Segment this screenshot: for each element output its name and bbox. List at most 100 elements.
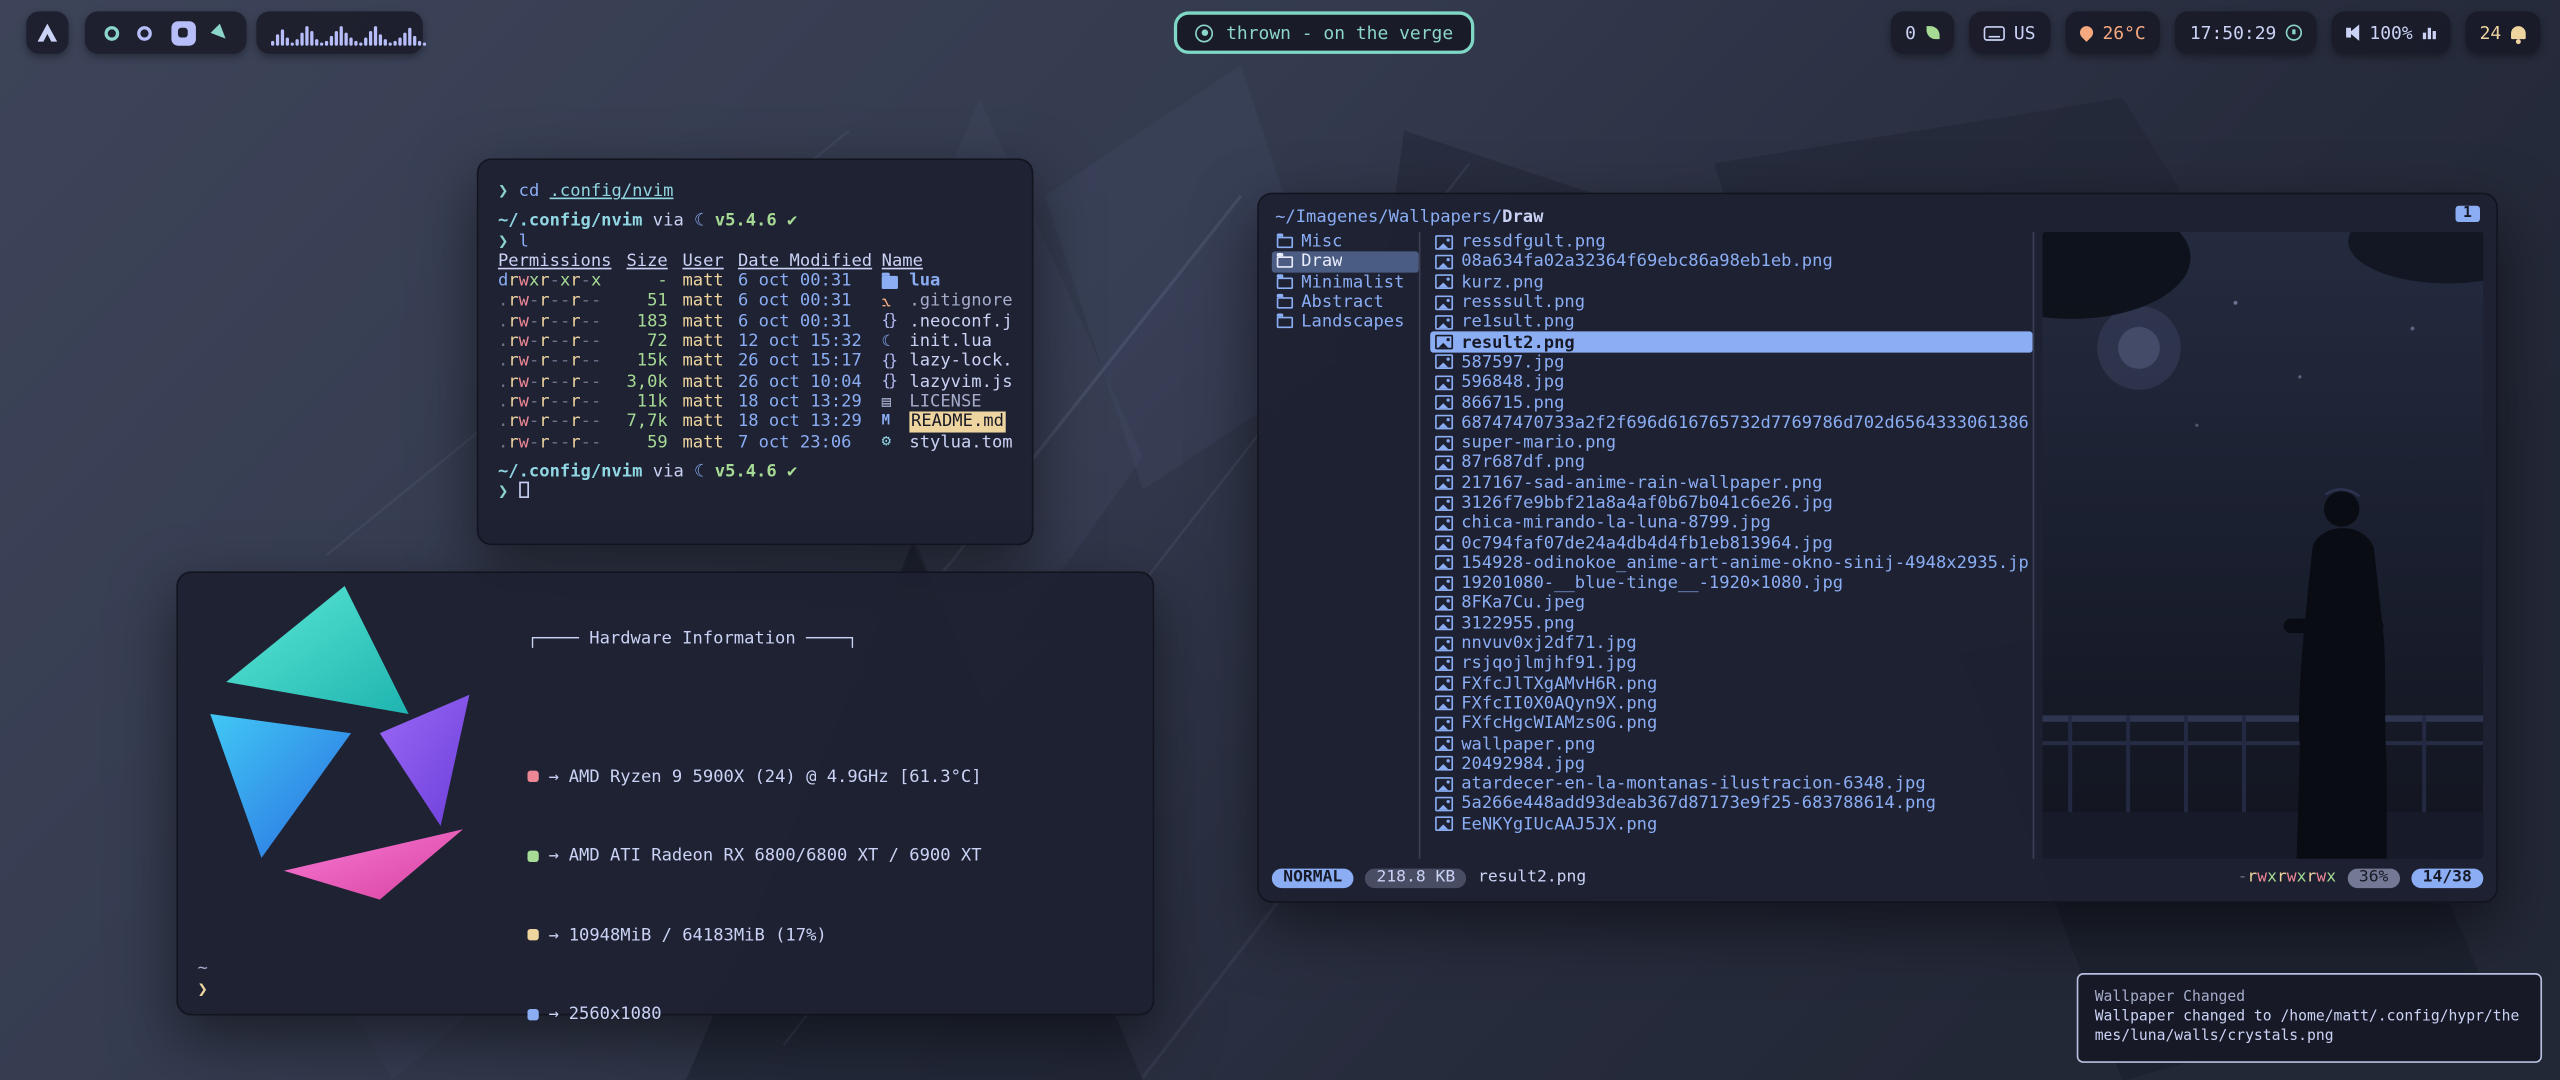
file-item[interactable]: FXfcHgcWIAMzs0G.png [1430, 714, 2032, 734]
filetype-icon [882, 294, 903, 309]
folder-icon [1277, 297, 1293, 308]
workspace-active-button[interactable] [171, 20, 195, 44]
file-item[interactable]: resssult.png [1430, 292, 2032, 312]
directory-item[interactable]: Abstract [1272, 292, 1419, 312]
file-item[interactable]: chica-mirando-la-luna-8799.jpg [1430, 513, 2032, 533]
file-item[interactable]: rsjqojlmjhf91.jpg [1430, 653, 2032, 673]
visualizer-bar [325, 40, 328, 45]
directory-item[interactable]: Misc [1272, 232, 1419, 252]
file-item[interactable]: 8FKa7Cu.jpeg [1430, 593, 2032, 613]
file-item[interactable]: 154928-odinokoe_anime-art-anime-okno-sin… [1430, 553, 2032, 573]
visualizer-bar [393, 40, 396, 45]
image-file-icon [1435, 295, 1453, 310]
file-item[interactable]: 3126f7e9bbf21a8a4af0b67b041c6e26.jpg [1430, 493, 2032, 513]
visualizer-bar [418, 40, 421, 45]
image-file-icon [1435, 576, 1453, 591]
shell-prompt[interactable]: ~ ❯ [198, 958, 208, 1000]
file-item[interactable]: 866715.png [1430, 392, 2032, 412]
preview-image [2042, 232, 2483, 859]
file-name: 08a634fa02a32364f69ebc86a98eb1eb.png [1461, 252, 1833, 272]
fastfetch-window[interactable]: ┌──── Hardware Information ────┐ → AMD R… [176, 571, 1154, 1015]
image-file-icon [1435, 757, 1453, 772]
file-name: re1sult.png [1461, 312, 1575, 332]
updates-module[interactable]: 0 [1890, 11, 1953, 53]
system-info: ┌──── Hardware Information ────┐ → AMD R… [527, 589, 1105, 1080]
permissions-cell: .rw-r--r-- [498, 291, 616, 311]
file-item[interactable]: ressdfgult.png [1430, 232, 2032, 252]
folder-icon [1277, 257, 1293, 268]
file-name: result2.png [1461, 332, 1575, 352]
visualizer-bar [364, 37, 367, 45]
prompt-line[interactable]: ❯ [498, 482, 1012, 502]
file-item[interactable]: nnvuv0xj2df71.jpg [1430, 633, 2032, 653]
permissions-cell: .rw-r--r-- [498, 412, 616, 432]
terminal-window[interactable]: ❯ cd .config/nvim ~/.config/nvim via ☾ v… [477, 158, 1034, 545]
directory-item[interactable]: Draw [1272, 252, 1419, 272]
image-file-icon [1435, 275, 1453, 290]
file-item[interactable]: 20492984.jpg [1430, 754, 2032, 774]
notification-toast[interactable]: Wallpaper Changed Wallpaper changed to /… [2077, 973, 2542, 1063]
file-item[interactable]: 217167-sad-anime-rain-wallpaper.png [1430, 473, 2032, 493]
notifications-module[interactable]: 24 [2465, 11, 2541, 53]
file-item[interactable]: 0c794faf07de24a4db4d4fb1eb813964.jpg [1430, 533, 2032, 553]
volume-module[interactable]: 100% [2332, 11, 2450, 53]
launcher-button[interactable] [26, 11, 68, 53]
cwd-tilde: ~ [198, 958, 208, 979]
image-file-icon [1435, 235, 1453, 250]
file-item[interactable]: 3122955.png [1430, 613, 2032, 633]
file-item[interactable]: 587597.jpg [1430, 352, 2032, 372]
file-name: resssult.png [1461, 292, 1585, 312]
file-item[interactable]: 08a634fa02a32364f69ebc86a98eb1eb.png [1430, 252, 2032, 272]
file-item[interactable]: atardecer-en-la-montanas-ilustracion-634… [1430, 774, 2032, 794]
permissions-cell: drwxr-xr-x [498, 271, 616, 291]
file-item[interactable]: 5a266e448add93deab367d87173e9f25-6837886… [1430, 794, 2032, 814]
workspace-4-button[interactable] [211, 23, 231, 43]
tab-count-badge: 1 [2455, 206, 2480, 222]
file-name: 5a266e448add93deab367d87173e9f25-6837886… [1461, 794, 1936, 814]
file-item[interactable]: 596848.jpg [1430, 372, 2032, 392]
file-item[interactable]: super-mario.png [1430, 433, 2032, 453]
file-item[interactable]: 87r687df.png [1430, 453, 2032, 473]
size-cell: 72 [616, 332, 668, 352]
directory-item[interactable]: Landscapes [1272, 312, 1419, 332]
directory-item[interactable]: Minimalist [1272, 272, 1419, 292]
keyboard-layout-label: US [2014, 22, 2036, 43]
file-manager-panes: Misc Draw Minimalist Abstract [1272, 232, 2483, 859]
ls-file-row: .rw-r--r-- 3,0k matt 26 oct 10:04 lazyvi… [498, 372, 1012, 392]
now-playing-widget[interactable]: thrown - on the verge [1174, 11, 1475, 53]
info-text: AMD Ryzen 9 5900X (24) @ 4.9GHz [61.3°C] [569, 767, 982, 787]
file-item[interactable]: EeNKYgIUcAAJ5JX.png [1430, 814, 2032, 834]
file-item[interactable]: kurz.png [1430, 272, 2032, 292]
image-preview-pane [2033, 232, 2484, 859]
info-line: → AMD Ryzen 9 5900X (24) @ 4.9GHz [61.3°… [527, 767, 1105, 787]
ls-file-row: drwxr-xr-x - matt 6 oct 00:31 lua [498, 271, 1012, 291]
keyboard-icon [1983, 25, 2004, 40]
file-item[interactable]: wallpaper.png [1430, 734, 2032, 754]
file-item[interactable]: re1sult.png [1430, 312, 2032, 332]
workspace-1-button[interactable] [104, 25, 119, 40]
breadcrumb: ~/Imagenes/Wallpapers/Draw [1275, 207, 1543, 227]
file-item[interactable]: 19201080-__blue-tinge__-1920×1080.jpg [1430, 573, 2032, 593]
visualizer-bar [300, 32, 303, 45]
file-item[interactable]: FXfcII0X0AQyn9X.png [1430, 694, 2032, 714]
cursor-position-badge: 14/38 [2411, 868, 2483, 888]
size-cell: 7,7k [616, 412, 668, 432]
directory-name: Landscapes [1301, 312, 1404, 332]
workspace-2-button[interactable] [138, 25, 153, 40]
keyboard-layout-module[interactable]: US [1968, 11, 2050, 53]
hardware-info-list: → AMD Ryzen 9 5900X (24) @ 4.9GHz [61.3°… [527, 688, 1105, 1063]
temperature-module[interactable]: 26°C [2065, 11, 2161, 53]
folder-icon [1277, 277, 1293, 288]
visualizer-bar [359, 42, 362, 45]
clock-module[interactable]: 17:50:29 [2175, 11, 2317, 53]
file-manager-window[interactable]: ~/Imagenes/Wallpapers/Draw 1 Misc Draw [1257, 193, 2498, 903]
image-file-icon [1435, 696, 1453, 711]
file-item[interactable]: result2.png [1430, 332, 2032, 352]
file-item[interactable]: 68747470733a2f2f696d616765732d7769786d70… [1430, 413, 2032, 433]
info-dot-icon [527, 850, 538, 861]
user-cell: matt [682, 412, 738, 432]
command-line: ❯ cd .config/nvim [498, 181, 1012, 201]
name-cell: lua [882, 271, 1013, 291]
file-item[interactable]: FXfcJlTXgAMvH6R.png [1430, 674, 2032, 694]
visualizer-bar [340, 25, 343, 45]
